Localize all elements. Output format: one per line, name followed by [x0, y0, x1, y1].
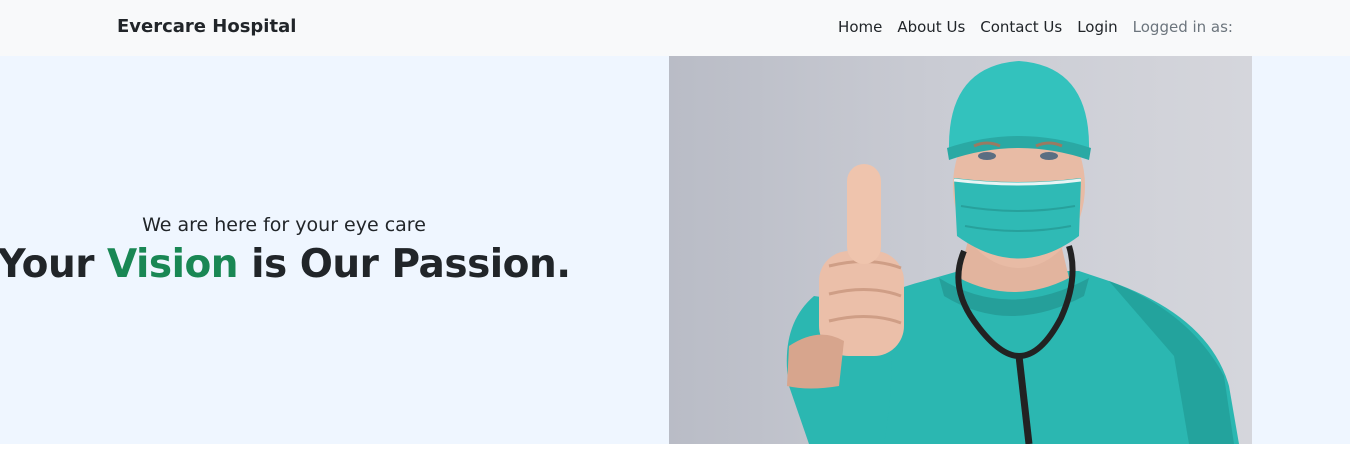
hero-section: We are here for your eye care Your Visio…	[0, 56, 1350, 444]
hero-subtitle: We are here for your eye care	[142, 213, 426, 236]
hero-headline: Your Vision is Our Passion.	[0, 242, 571, 287]
nav-links: Home About Us Contact Us Login Logged in…	[838, 18, 1233, 36]
top-navbar: Evercare Hospital Home About Us Contact …	[0, 0, 1350, 56]
doctor-photo	[669, 56, 1252, 444]
headline-after: is Our Passion.	[238, 241, 571, 287]
nav-login-link[interactable]: Login	[1077, 18, 1117, 36]
nav-about-link[interactable]: About Us	[897, 18, 965, 36]
brand-link[interactable]: Evercare Hospital	[117, 16, 296, 37]
logged-in-status: Logged in as:	[1132, 18, 1233, 36]
doctor-illustration	[786, 61, 1239, 444]
nav-home-link[interactable]: Home	[838, 18, 882, 36]
headline-accent: Vision	[107, 241, 239, 287]
nav-contact-link[interactable]: Contact Us	[980, 18, 1062, 36]
headline-before: Your	[0, 241, 108, 287]
hero-text: We are here for your eye care Your Visio…	[0, 56, 571, 444]
